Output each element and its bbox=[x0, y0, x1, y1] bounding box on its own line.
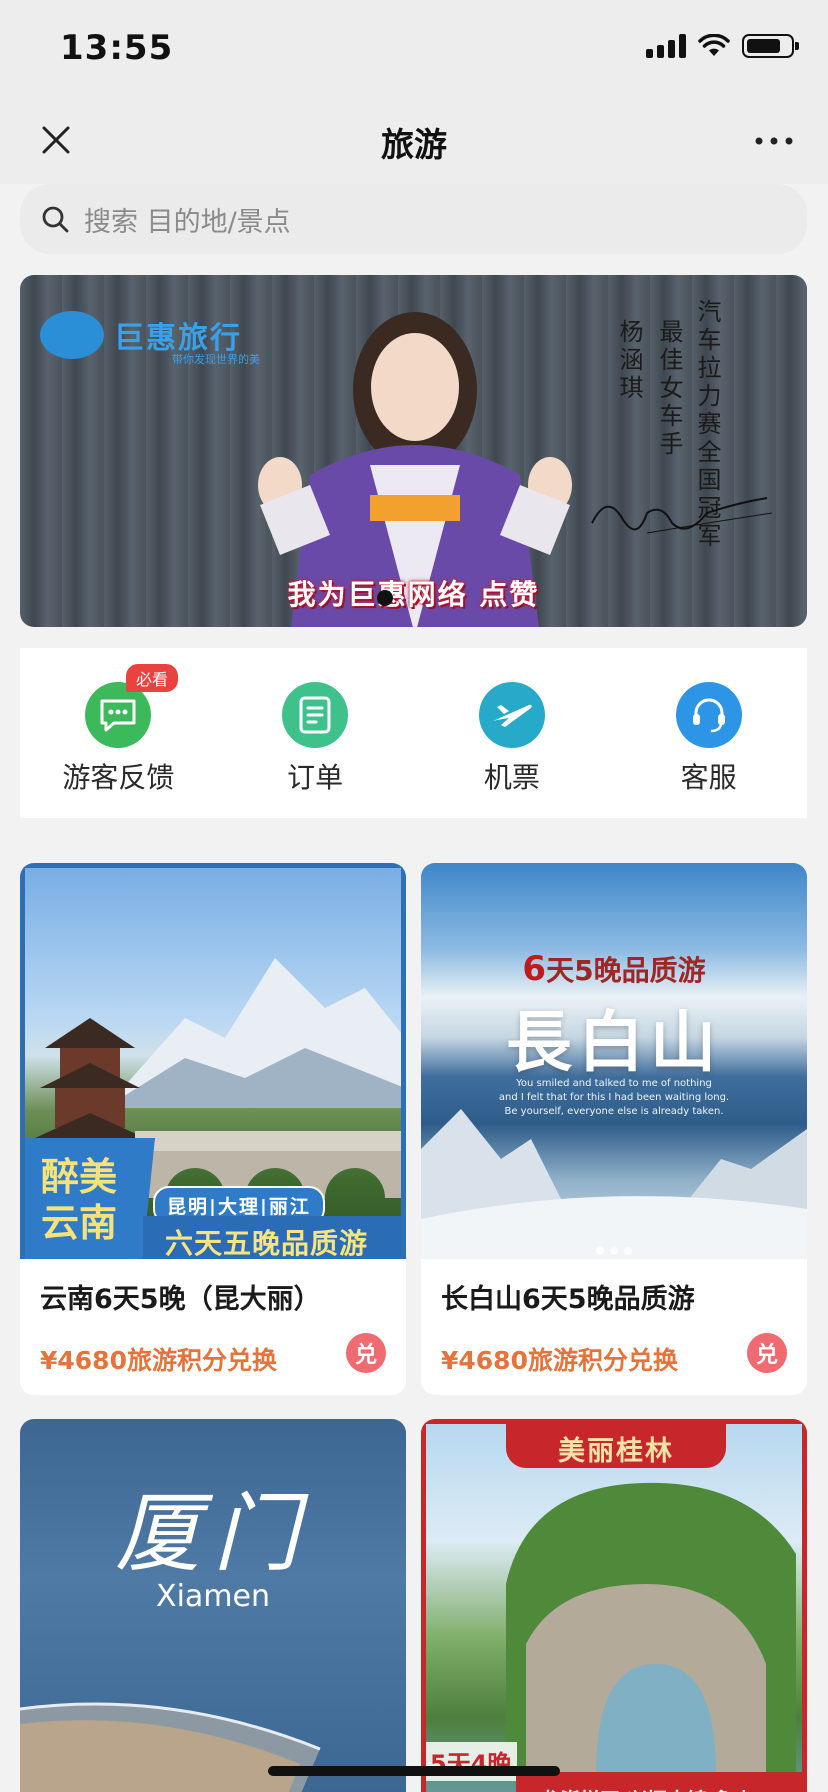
quick-menu-label: 机票 bbox=[483, 761, 540, 794]
quick-menu-order[interactable]: 订单 bbox=[217, 648, 414, 818]
banner-vertical-text-2: 最佳女车手 bbox=[655, 319, 683, 459]
promo-banner[interactable]: 巨惠旅行 带你发现世界的美 汽车拉力赛全国冠军 最佳女车手 杨涵琪 我为巨惠网络… bbox=[20, 275, 807, 627]
image-ribbon: 美丽桂林 bbox=[506, 1424, 726, 1468]
product-card-guilin[interactable]: 美丽桂林 5天4晚 龙脊梯田 兴坪古镇 象山 bbox=[421, 1419, 807, 1792]
brand-tagline: 带你发现世界的美 bbox=[172, 353, 260, 366]
plane-icon bbox=[478, 682, 545, 748]
image-title: 厦门 bbox=[115, 1484, 311, 1584]
banner-caption: 我为巨惠网络 点赞 bbox=[287, 578, 540, 611]
product-price: ¥4680旅游积分兑换 bbox=[40, 1346, 277, 1375]
product-image: 6天5晚品质游 長白山 You smiled and talked to me … bbox=[421, 863, 807, 1259]
redeem-button[interactable]: 兑 bbox=[346, 1333, 386, 1373]
quick-menu-label: 游客反馈 bbox=[62, 761, 175, 794]
brand-line: 醉美 bbox=[41, 1154, 118, 1199]
product-price: ¥4680旅游积分兑换 bbox=[441, 1346, 678, 1375]
banner-vertical-text-3: 杨涵琪 bbox=[615, 319, 643, 403]
image-carousel-dots bbox=[421, 1247, 807, 1255]
more-icon[interactable] bbox=[752, 126, 796, 156]
carousel-indicator bbox=[377, 590, 393, 606]
search-bar[interactable]: 搜索 目的地/景点 bbox=[20, 184, 807, 254]
search-icon bbox=[42, 206, 69, 233]
product-card-changbaishan[interactable]: 6天5晚品质游 長白山 You smiled and talked to me … bbox=[421, 863, 807, 1395]
quick-menu-service[interactable]: 客服 bbox=[610, 648, 807, 818]
image-subtitle: 6天5晚品质游 bbox=[421, 949, 807, 989]
quick-menu-label: 订单 bbox=[287, 761, 344, 794]
product-card-yunnan[interactable]: 醉美 云南 昆明|大理|丽江 六天五晚品质游 云南6天5晚（昆大丽） ¥4680… bbox=[20, 863, 406, 1395]
mountain-graphic bbox=[105, 958, 401, 1108]
palm-logo-icon bbox=[40, 311, 104, 359]
nav-bar: 旅游 bbox=[0, 98, 828, 184]
page-title: 旅游 bbox=[381, 125, 447, 164]
image-subtitle-text: 天5晚品质游 bbox=[546, 954, 706, 987]
product-image: 美丽桂林 5天4晚 龙脊梯田 兴坪古镇 象山 bbox=[421, 1419, 807, 1792]
must-see-badge: 必看 bbox=[126, 664, 179, 692]
status-icons bbox=[646, 34, 799, 58]
elephant-rock-graphic bbox=[506, 1482, 796, 1774]
quick-menu-feedback[interactable]: 游客反馈 必看 bbox=[20, 648, 217, 818]
brand-line: 云南 bbox=[41, 1200, 118, 1245]
product-title: 云南6天5晚（昆大丽） bbox=[40, 1284, 321, 1315]
quick-menu-label: 客服 bbox=[680, 761, 737, 794]
wifi-icon bbox=[698, 34, 730, 56]
product-image: 醉美 云南 昆明|大理|丽江 六天五晚品质游 bbox=[20, 863, 406, 1259]
product-image: 厦门 Xiamen bbox=[20, 1419, 406, 1792]
brand-logo: 巨惠旅行 带你发现世界的美 bbox=[40, 311, 260, 366]
order-icon bbox=[282, 682, 349, 748]
tour-tag: 六天五晚品质游 bbox=[143, 1216, 401, 1259]
battery-icon bbox=[742, 34, 799, 58]
status-time: 13:55 bbox=[60, 28, 174, 68]
image-subtitle: Xiamen bbox=[156, 1579, 270, 1614]
image-title: 長白山 bbox=[506, 1003, 722, 1081]
quick-menu-flights[interactable]: 机票 bbox=[414, 648, 611, 818]
signature-image bbox=[591, 497, 773, 534]
headset-icon bbox=[675, 682, 742, 748]
yunnan-brand-tag: 醉美 云南 bbox=[25, 1138, 155, 1259]
snow-landscape-graphic bbox=[421, 1109, 807, 1259]
image-subtitle-number: 6 bbox=[522, 949, 547, 989]
redeem-button[interactable]: 兑 bbox=[747, 1333, 787, 1373]
home-indicator[interactable] bbox=[268, 1766, 560, 1776]
product-card-xiamen[interactable]: 厦门 Xiamen bbox=[20, 1419, 406, 1792]
product-title: 长白山6天5晚品质游 bbox=[441, 1284, 695, 1315]
route-strip: 龙脊梯田 兴坪古镇 象山 bbox=[516, 1772, 802, 1792]
signal-icon bbox=[646, 34, 686, 58]
search-placeholder: 搜索 目的地/景点 bbox=[84, 206, 291, 238]
quick-menu: 游客反馈 必看 订单 机票 客服 bbox=[20, 648, 807, 818]
status-bar: 13:55 bbox=[0, 0, 828, 98]
